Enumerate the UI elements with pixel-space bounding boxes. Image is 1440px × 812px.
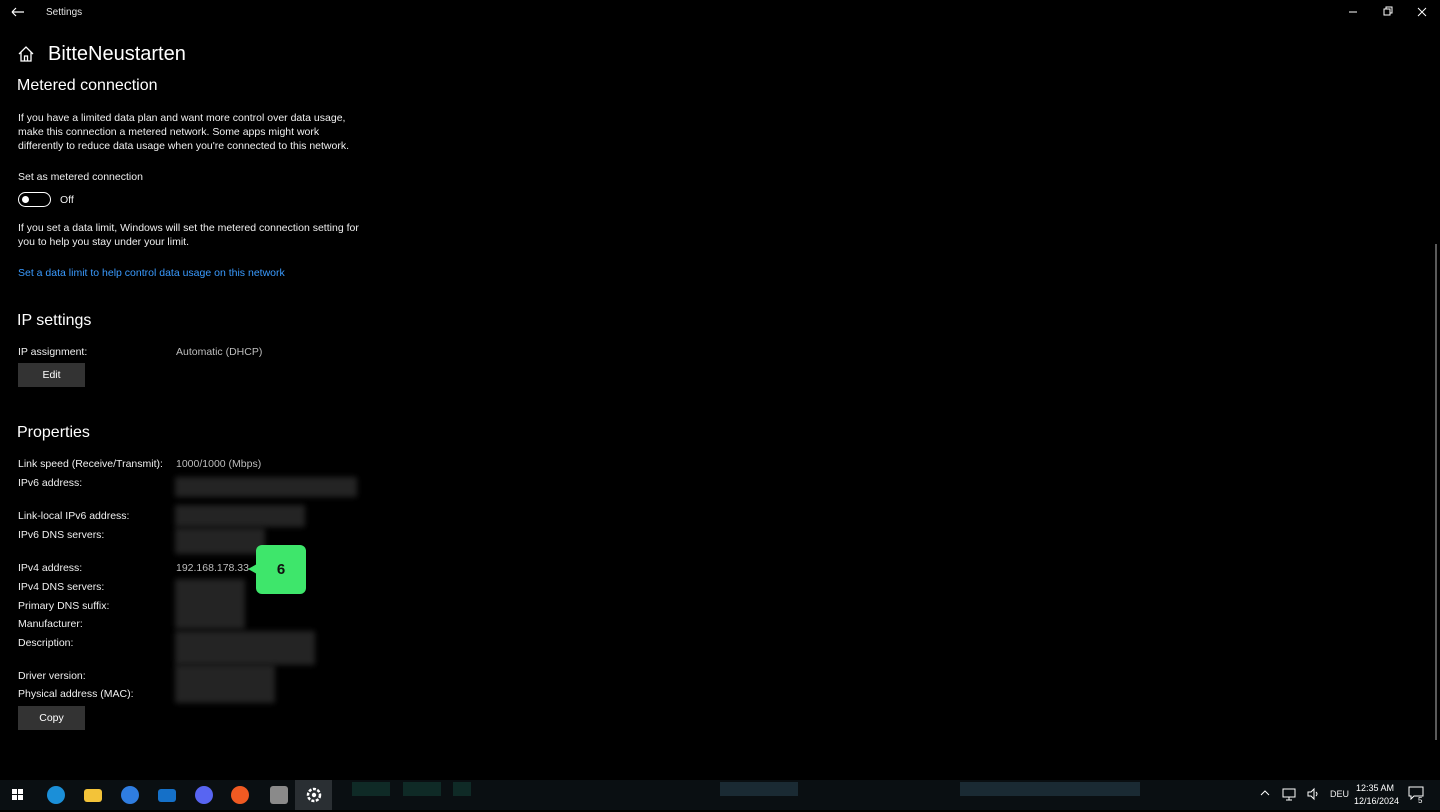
- start-icon: [12, 789, 23, 800]
- edge-icon: [47, 786, 65, 804]
- volume-tray-button[interactable]: [1306, 787, 1320, 803]
- close-button[interactable]: [1405, 0, 1439, 24]
- ipv6-address-label: IPv6 address:: [18, 477, 83, 489]
- notification-count: 5: [1418, 796, 1423, 805]
- driver-version-label: Driver version:: [18, 670, 86, 682]
- ea-button[interactable]: [226, 783, 254, 807]
- show-hidden-icons-button[interactable]: [1259, 787, 1271, 801]
- metered-connection-heading: Metered connection: [17, 77, 158, 94]
- network-icon: [1282, 788, 1296, 801]
- taskbar-thumbnail: [453, 782, 471, 796]
- redacted-ipv4-dns-suffix-manufacturer: [175, 579, 245, 629]
- taskbar-thumbnail: [720, 782, 798, 796]
- minimize-icon: [1349, 11, 1357, 13]
- chevron-up-icon: [1260, 790, 1270, 796]
- description-label: Description:: [18, 637, 74, 649]
- network-tray-button[interactable]: [1282, 787, 1296, 803]
- ip-settings-heading: IP settings: [17, 312, 92, 329]
- redacted-link-local-ipv6: [175, 505, 305, 527]
- metered-toggle-state: Off: [60, 194, 74, 206]
- link-speed-label: Link speed (Receive/Transmit):: [18, 458, 163, 470]
- language-indicator[interactable]: DEU: [1330, 789, 1349, 799]
- metered-description: If you have a limited data plan and want…: [18, 112, 350, 152]
- home-icon[interactable]: [17, 45, 35, 63]
- settings-button[interactable]: [300, 783, 328, 807]
- mac-address-label: Physical address (MAC):: [18, 688, 134, 700]
- metered-toggle[interactable]: [18, 192, 51, 207]
- discord-button[interactable]: [190, 783, 218, 807]
- properties-heading: Properties: [17, 424, 90, 441]
- redacted-driver-mac: [175, 665, 275, 703]
- mail-button[interactable]: [153, 783, 181, 807]
- taskbar-thumbnail: [352, 782, 390, 796]
- file-explorer-button[interactable]: [79, 783, 107, 807]
- edge-button[interactable]: [42, 783, 70, 807]
- redacted-description: [175, 631, 315, 665]
- firefox-icon: [121, 786, 139, 804]
- dns-suffix-label: Primary DNS suffix:: [18, 600, 110, 612]
- restore-icon: [1383, 6, 1393, 16]
- step-badge: 6: [256, 545, 306, 594]
- volume-icon: [1307, 787, 1318, 801]
- ipv4-address-value: 192.168.178.33: [176, 562, 249, 574]
- settings-icon: [306, 787, 322, 803]
- taskbar-thumbnail: [403, 782, 441, 796]
- discord-icon: [195, 786, 213, 804]
- window-title: Settings: [46, 7, 83, 18]
- ipv4-address-label: IPv4 address:: [18, 562, 83, 574]
- game-icon: [270, 786, 288, 804]
- game-button[interactable]: [265, 783, 293, 807]
- firefox-button[interactable]: [116, 783, 144, 807]
- ipv6-dns-label: IPv6 DNS servers:: [18, 529, 105, 541]
- back-button[interactable]: [6, 3, 30, 21]
- clock-time[interactable]: 12:35 AM: [1356, 783, 1394, 793]
- manufacturer-label: Manufacturer:: [18, 618, 83, 630]
- ip-assignment-label: IP assignment:: [18, 346, 88, 358]
- toggle-knob: [22, 195, 29, 203]
- data-limit-description: If you set a data limit, Windows will se…: [18, 222, 359, 248]
- metered-toggle-label: Set as metered connection: [18, 171, 143, 183]
- start-button[interactable]: [4, 783, 32, 807]
- edit-button[interactable]: Edit: [18, 363, 85, 387]
- redacted-ipv6-address: [175, 477, 357, 497]
- taskbar-thumbnail: [960, 782, 1140, 796]
- ea-icon: [231, 786, 249, 804]
- clock-date[interactable]: 12/16/2024: [1354, 796, 1399, 806]
- scrollbar[interactable]: [1435, 244, 1437, 740]
- mail-icon: [158, 789, 176, 802]
- link-local-ipv6-label: Link-local IPv6 address:: [18, 510, 130, 522]
- link-speed-value: 1000/1000 (Mbps): [176, 458, 262, 470]
- minimize-button[interactable]: [1336, 0, 1370, 24]
- copy-button[interactable]: Copy: [18, 706, 85, 730]
- close-icon: [1417, 7, 1427, 17]
- restore-button[interactable]: [1370, 0, 1404, 24]
- data-limit-link[interactable]: Set a data limit to help control data us…: [18, 267, 285, 279]
- ipv4-dns-label: IPv4 DNS servers:: [18, 581, 105, 593]
- file-explorer-icon: [84, 789, 102, 802]
- back-arrow-icon: [11, 7, 24, 17]
- redacted-ipv6-dns: [175, 528, 265, 554]
- title-bar: [0, 0, 1440, 24]
- page-title: BitteNeustarten: [48, 43, 186, 65]
- ip-assignment-value: Automatic (DHCP): [176, 346, 263, 358]
